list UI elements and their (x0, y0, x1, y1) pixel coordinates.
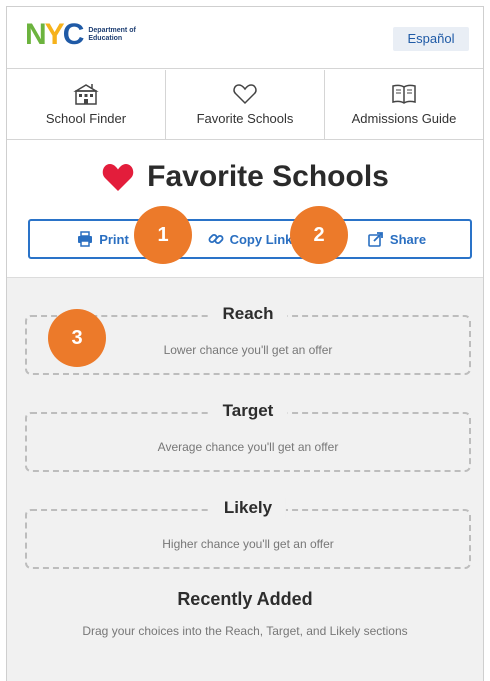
book-icon (392, 84, 416, 104)
nav-label-favorite-schools: Favorite Schools (196, 111, 294, 126)
action-bar: Print Copy Link Share (28, 219, 472, 259)
recently-added-subtitle: Drag your choices into the Reach, Target… (82, 624, 408, 638)
target-subtitle: Average chance you'll get an offer (157, 440, 339, 454)
page-title: Favorite Schools (147, 160, 389, 193)
logo-letter-y: Y (44, 18, 65, 51)
share-icon (368, 232, 383, 247)
annotation-marker-2: 2 (290, 206, 348, 264)
annotation-marker-1: 1 (134, 206, 192, 264)
nyc-logo-mark: N Y C (25, 18, 85, 51)
copy-link-label: Copy Link (229, 231, 293, 247)
nav-item-favorite-schools[interactable]: Favorite Schools (166, 70, 325, 139)
likely-subtitle: Higher chance you'll get an offer (162, 537, 334, 551)
logo-letter-c: C (62, 18, 85, 51)
target-drop-zone[interactable]: Target Average chance you'll get an offe… (25, 401, 471, 472)
logo-text: Department of Education (88, 27, 135, 43)
recently-added-title: Recently Added (177, 589, 313, 609)
nyc-doe-logo[interactable]: N Y C Department of Education (25, 18, 136, 51)
header: N Y C Department of Education Español (7, 7, 483, 69)
annotation-marker-3: 3 (48, 309, 106, 367)
printer-icon (78, 231, 93, 247)
heart-icon (102, 164, 134, 191)
logo-letter-n: N (25, 18, 47, 51)
nav-item-school-finder[interactable]: School Finder (7, 70, 166, 139)
nav-label-school-finder: School Finder (45, 111, 127, 126)
target-title: Target (208, 401, 288, 421)
heart-outline-icon (233, 84, 257, 105)
link-icon (208, 234, 224, 244)
reach-title: Reach (208, 304, 288, 324)
likely-title: Likely (209, 498, 287, 518)
logo-line-1: Department of (88, 27, 136, 34)
print-label: Print (99, 231, 129, 247)
page-title-row: Favorite Schools (7, 155, 483, 199)
share-label: Share (389, 231, 427, 247)
language-toggle-button[interactable]: Español (393, 27, 469, 51)
nav-item-admissions-guide[interactable]: Admissions Guide (325, 70, 483, 139)
likely-drop-zone[interactable]: Likely Higher chance you'll get an offer (25, 498, 471, 569)
main-nav: School Finder Favorite Schools Admission… (7, 70, 483, 140)
nav-label-admissions-guide: Admissions Guide (351, 111, 457, 126)
logo-line-2: Education (88, 35, 123, 42)
school-building-icon (73, 84, 99, 105)
